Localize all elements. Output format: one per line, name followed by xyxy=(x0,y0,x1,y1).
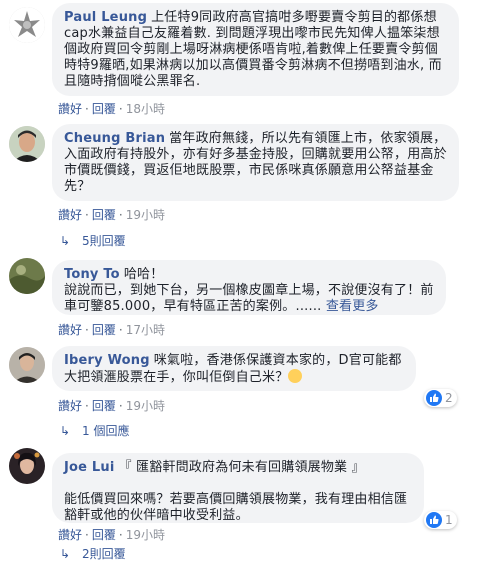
comment-author[interactable]: Tony To xyxy=(64,267,120,282)
comment-bubble: Tony To 哈哈！ 說說而已，到她下台，另一個橡皮圖章上場，不說便沒有了！前車… xyxy=(52,260,446,315)
replies-count: 2則回覆 xyxy=(82,547,126,561)
comment-actions: 讚好 · 回覆 · 19小時 xyxy=(58,399,165,413)
comment-actions: 讚好 · 回覆 · 19小時 xyxy=(58,208,165,222)
reply-arrow-icon: ↳ xyxy=(60,424,71,438)
replies-count: 5則回覆 xyxy=(82,234,126,248)
thumbs-up-icon xyxy=(426,512,442,528)
comment-actions: 讚好 · 回覆 · 17小時 xyxy=(58,323,165,337)
comment-actions: 讚好 · 回覆 · 19小時 xyxy=(58,528,165,542)
avatar-image xyxy=(9,7,45,43)
reply-link[interactable]: 回覆 xyxy=(92,399,116,413)
reply-link[interactable]: 回覆 xyxy=(92,323,116,337)
view-replies-link[interactable]: ↳ 5則回覆 xyxy=(60,233,126,249)
view-replies-link[interactable]: ↳ 1 個回應 xyxy=(60,423,129,439)
avatar[interactable] xyxy=(9,258,45,294)
reply-link[interactable]: 回覆 xyxy=(92,102,116,116)
reply-link[interactable]: 回覆 xyxy=(92,528,116,542)
comment-text: 『 匯豁軒問政府為何未有回購領展物業 』 能低價買回來嗎？若要高價回購領展物業，… xyxy=(64,460,408,523)
timestamp[interactable]: 19小時 xyxy=(126,208,165,222)
comment-bubble: Ibery Wong 咪氣啦，香港係保護資本家的，D官可能都大把領滙股票在手，你叫… xyxy=(52,346,416,391)
view-replies-link[interactable]: ↳ 2則回覆 xyxy=(60,546,126,562)
see-more-link[interactable]: 查看更多 xyxy=(326,299,379,314)
like-link[interactable]: 讚好 xyxy=(58,323,82,337)
avatar-image xyxy=(9,258,45,294)
reply-arrow-icon: ↳ xyxy=(60,547,71,561)
reaction-count: 2 xyxy=(445,391,453,405)
comment-author[interactable]: Paul Leung xyxy=(64,10,147,25)
avatar-image xyxy=(9,347,45,383)
reaction-badge[interactable]: 2 xyxy=(424,389,457,407)
comment-author[interactable]: Cheung Brian xyxy=(64,131,165,146)
comment-author[interactable]: Joe Lui xyxy=(64,460,115,475)
flushed-emoji-icon xyxy=(288,369,303,383)
reaction-count: 1 xyxy=(445,513,453,527)
like-link[interactable]: 讚好 xyxy=(58,528,82,542)
comment-bubble: Paul Leung 上任特9同政府高官搞咁多嘢要賣令剪目的都係想cap水兼益自己… xyxy=(52,3,459,96)
comment-author[interactable]: Ibery Wong xyxy=(64,353,150,368)
comment-bubble: Cheung Brian 當年政府無錢，所以先有領匯上市，依家領展，入面政府有持股… xyxy=(52,124,459,201)
comment-thread: Paul Leung 上任特9同政府高官搞咁多嘢要賣令剪目的都係想cap水兼益自己… xyxy=(0,0,496,565)
like-link[interactable]: 讚好 xyxy=(58,208,82,222)
avatar[interactable] xyxy=(9,347,45,383)
avatar-image xyxy=(9,448,45,484)
avatar[interactable] xyxy=(9,126,45,162)
avatar[interactable] xyxy=(9,448,45,484)
reply-link[interactable]: 回覆 xyxy=(92,208,116,222)
comment-bubble: Joe Lui 『 匯豁軒問政府為何未有回購領展物業 』 能低價買回來嗎？若要高價… xyxy=(52,453,424,523)
timestamp[interactable]: 17小時 xyxy=(126,323,165,337)
timestamp[interactable]: 19小時 xyxy=(126,399,165,413)
reply-arrow-icon: ↳ xyxy=(60,234,71,248)
thumbs-up-icon xyxy=(426,390,442,406)
avatar[interactable] xyxy=(9,7,45,43)
timestamp[interactable]: 18小時 xyxy=(126,102,165,116)
like-link[interactable]: 讚好 xyxy=(58,399,82,413)
comment-actions: 讚好 · 回覆 · 18小時 xyxy=(58,102,165,116)
timestamp[interactable]: 19小時 xyxy=(126,528,165,542)
reaction-badge[interactable]: 1 xyxy=(424,511,457,529)
like-link[interactable]: 讚好 xyxy=(58,102,82,116)
replies-count: 1 個回應 xyxy=(82,424,130,438)
avatar-image xyxy=(9,126,45,162)
